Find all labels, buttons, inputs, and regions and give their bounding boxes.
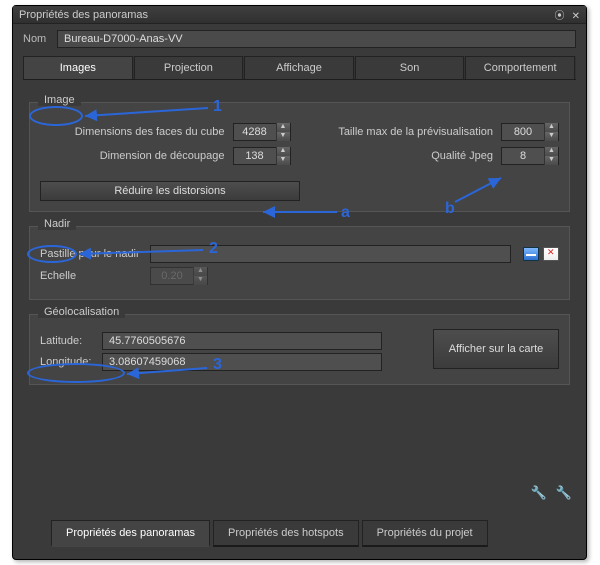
group-geo-legend: Géolocalisation (38, 306, 125, 318)
nadir-patch-path[interactable] (150, 245, 511, 263)
latitude-label: Latitude: (40, 335, 102, 347)
jpeg-quality-input[interactable] (502, 150, 544, 162)
face-dim-spinner[interactable]: ▲▼ (233, 123, 291, 141)
tool-icon-left[interactable]: 🔧 (531, 485, 547, 500)
nadir-scale-input (151, 270, 193, 282)
titlebar: Propriétés des panoramas ⦿ ✕ (13, 6, 586, 24)
name-row: Nom (13, 24, 586, 56)
chevron-up-icon[interactable]: ▲ (277, 123, 290, 132)
footer-icons: 🔧 🔧 (525, 485, 572, 501)
chevron-up-icon[interactable]: ▲ (277, 147, 290, 156)
tool-icon-right[interactable]: 🔧 (556, 485, 572, 500)
nadir-patch-label: Pastille pour le nadir (40, 248, 150, 260)
name-input[interactable] (57, 30, 576, 48)
reduce-distortions-button[interactable]: Réduire les distorsions (40, 181, 300, 201)
btab-hotspots[interactable]: Propriétés des hotspots (213, 520, 359, 547)
browse-icon[interactable] (523, 247, 539, 261)
remove-icon[interactable] (543, 247, 559, 261)
preview-size-input[interactable] (502, 126, 544, 138)
tabs-bottom: Propriétés des panoramas Propriétés des … (51, 520, 572, 547)
close-icon[interactable]: ✕ (572, 11, 580, 22)
face-dim-label: Dimensions des faces du cube (75, 126, 225, 138)
nadir-scale-spinner: ▲▼ (150, 267, 208, 285)
chevron-up-icon[interactable]: ▲ (545, 123, 558, 132)
panorama-properties-window: Propriétés des panoramas ⦿ ✕ Nom Images … (12, 5, 587, 560)
group-nadir: Nadir Pastille pour le nadir Echelle ▲▼ (29, 226, 570, 300)
chevron-down-icon: ▼ (194, 276, 207, 285)
jpeg-quality-spinner[interactable]: ▲▼ (501, 147, 559, 165)
tab-behaviour[interactable]: Comportement (465, 56, 575, 79)
group-nadir-legend: Nadir (38, 218, 76, 230)
preview-size-label: Taille max de la prévisualisation (338, 126, 493, 138)
tab-images[interactable]: Images (23, 56, 133, 79)
nadir-scale-label: Echelle (40, 270, 150, 282)
group-image: Image Dimensions des faces du cube ▲▼ Di… (29, 102, 570, 212)
tab-sound[interactable]: Son (355, 56, 465, 79)
btab-project[interactable]: Propriétés du projet (362, 520, 488, 547)
latitude-input[interactable] (102, 332, 382, 350)
cut-dim-label: Dimension de découpage (100, 150, 225, 162)
tab-images-page: Image Dimensions des faces du cube ▲▼ Di… (13, 80, 586, 385)
preview-size-spinner[interactable]: ▲▼ (501, 123, 559, 141)
cut-dim-input[interactable] (234, 150, 276, 162)
cut-dim-spinner[interactable]: ▲▼ (233, 147, 291, 165)
pin-icon[interactable]: ⦿ (555, 11, 565, 22)
name-label: Nom (23, 33, 57, 45)
show-on-map-button[interactable]: Afficher sur la carte (433, 329, 559, 369)
btab-panoramas[interactable]: Propriétés des panoramas (51, 520, 210, 547)
chevron-down-icon[interactable]: ▼ (277, 156, 290, 165)
chevron-down-icon[interactable]: ▼ (545, 132, 558, 141)
chevron-down-icon[interactable]: ▼ (277, 132, 290, 141)
chevron-up-icon[interactable]: ▲ (545, 147, 558, 156)
face-dim-input[interactable] (234, 126, 276, 138)
chevron-down-icon[interactable]: ▼ (545, 156, 558, 165)
group-image-legend: Image (38, 94, 81, 106)
window-title: Propriétés des panoramas (19, 9, 551, 21)
longitude-label: Longitude: (40, 356, 102, 368)
group-geolocation: Géolocalisation Latitude: Longitude: Aff… (29, 314, 570, 385)
tab-projection[interactable]: Projection (134, 56, 244, 79)
longitude-input[interactable] (102, 353, 382, 371)
jpeg-quality-label: Qualité Jpeg (431, 150, 493, 162)
tabs-top: Images Projection Affichage Son Comporte… (23, 56, 576, 80)
tab-display[interactable]: Affichage (244, 56, 354, 79)
chevron-up-icon: ▲ (194, 267, 207, 276)
